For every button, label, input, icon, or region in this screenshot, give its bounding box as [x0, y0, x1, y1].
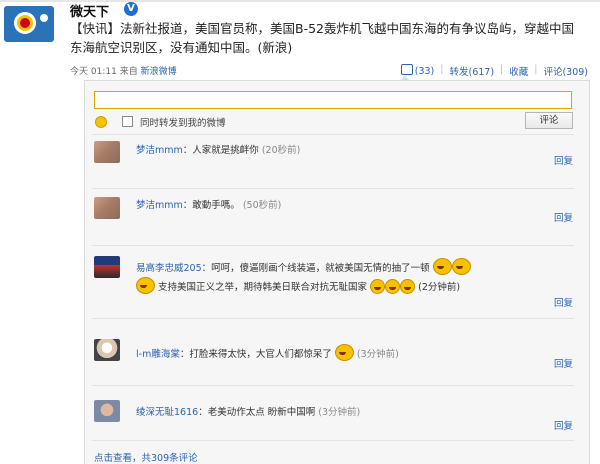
reply-link[interactable]: 回复: [554, 210, 573, 224]
commenter-avatar[interactable]: [94, 256, 120, 278]
reply-link[interactable]: 回复: [554, 356, 573, 370]
author-avatar[interactable]: [4, 6, 54, 42]
laughing-emoticon-icon: [432, 258, 452, 275]
commenter-name[interactable]: 绫深无耻1616: [136, 407, 198, 418]
commenter-name[interactable]: 易高李忠威205: [136, 263, 202, 274]
comment-time: (2分钟前): [418, 282, 461, 293]
action-separator: |: [440, 64, 444, 75]
comment-text: ：人家就是挑衅你: [182, 145, 259, 156]
logo-dot-icon: [40, 14, 48, 22]
comment-divider: [92, 188, 574, 189]
comment-line: 易高李忠威205：呵呵，傻逼刚画个线装逼，就被美国无情的抽了一顿: [136, 258, 471, 275]
comment-text: ：呵呵，傻逼刚画个线装逼，就被美国无情的抽了一顿: [201, 263, 430, 274]
comment-divider: [92, 245, 574, 246]
view-all-comments-link[interactable]: 点击查看，共309条评论: [94, 450, 198, 464]
action-separator: |: [500, 64, 504, 75]
comment-button[interactable]: 评论(309): [543, 64, 588, 78]
author-name[interactable]: 微天下: [70, 1, 109, 20]
laughing-emoticon-icon: [385, 279, 401, 294]
laughing-emoticon-icon: [400, 279, 416, 294]
action-separator: |: [534, 64, 538, 75]
post-time[interactable]: 今天 01:11: [70, 67, 117, 77]
comment-line-2: 支持美国正义之举，期待韩美日联合对抗无耻国家 (2分钟前): [136, 277, 460, 294]
comment-line: 梦洁mmm：人家就是挑衅你 (20秒前): [136, 142, 300, 156]
commenter-avatar[interactable]: [94, 197, 120, 219]
comment-text: ：打脸来得太快，大官人们都惊呆了: [179, 349, 332, 360]
laughing-emoticon-icon: [370, 279, 386, 294]
comment-divider: [92, 318, 574, 319]
commenter-avatar[interactable]: [94, 400, 120, 422]
comment-line: 绫深无耻1616：老美动作太点 盼新中国啊 (3分钟前): [136, 404, 360, 418]
comment-time: (3分钟前): [318, 407, 361, 418]
reply-link[interactable]: 回复: [554, 153, 573, 167]
comment-time: (20秒前): [261, 145, 301, 156]
source-prefix: 来自: [119, 67, 138, 77]
like-count: (33): [414, 66, 435, 77]
also-repost-label: 同时转发到我的微博: [140, 118, 226, 129]
comment-divider: [92, 385, 574, 386]
commenter-name[interactable]: l-m雕海棠: [136, 349, 180, 360]
post-text: 【快讯】法新社报道，美国官员称，美国B-52轰炸机飞越中国东海的有争议岛屿，穿越…: [70, 21, 574, 55]
logo-pupil-icon: [20, 18, 30, 28]
thumbs-up-icon: [400, 64, 413, 75]
comment-time: (3分钟前): [356, 349, 399, 360]
comment-time: (50秒前): [242, 200, 282, 211]
also-repost-checkbox[interactable]: [122, 116, 133, 127]
repost-button[interactable]: 转发(617): [449, 64, 494, 78]
laughing-emoticon-icon: [136, 277, 155, 294]
comment-input[interactable]: [94, 91, 572, 109]
commenter-avatar[interactable]: [94, 141, 120, 163]
collect-button[interactable]: 收藏: [509, 64, 528, 78]
post-meta: 今天 01:11 来自 新浪微博: [70, 64, 177, 77]
post-actions: (33) | 转发(617) | 收藏 | 评论(309): [400, 64, 588, 78]
commenter-name[interactable]: 梦洁mmm: [136, 145, 183, 156]
shocked-emoticon-icon: [334, 344, 354, 361]
comment-divider: [92, 134, 574, 135]
submit-comment-button[interactable]: 评论: [525, 112, 573, 129]
commenter-name[interactable]: 梦洁mmm: [136, 200, 183, 211]
reply-link[interactable]: 回复: [554, 418, 573, 432]
comment-line: 梦洁mmm：敢動手嗎。 (50秒前): [136, 197, 281, 211]
reply-link[interactable]: 回复: [554, 295, 573, 309]
comment-text: ：敢動手嗎。: [182, 200, 240, 211]
comment-divider: [92, 440, 574, 441]
verified-icon: V: [124, 2, 138, 16]
comment-text-continued: 支持美国正义之举，期待韩美日联合对抗无耻国家: [158, 282, 368, 293]
commenter-avatar[interactable]: [94, 339, 120, 361]
comment-text: ：老美动作太点 盼新中国啊: [198, 407, 316, 418]
comment-line: l-m雕海棠：打脸来得太快，大官人们都惊呆了 (3分钟前): [136, 344, 399, 361]
source-link[interactable]: 新浪微博: [141, 67, 177, 77]
laughing-emoticon-icon: [451, 258, 471, 275]
emoticon-icon[interactable]: [95, 116, 107, 128]
